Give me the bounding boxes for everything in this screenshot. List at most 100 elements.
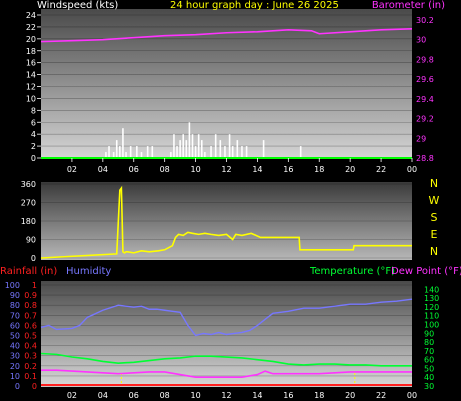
barometer-axis-label: Barometer (in) [372, 0, 445, 11]
wind-tick-label: 24 [26, 11, 36, 20]
dew-point-label: Dew Point (°F) [391, 266, 461, 277]
wind-bar [214, 134, 217, 158]
wind-bar [108, 146, 110, 158]
temperature-ticks: 30405060708090100110120130140 [424, 285, 439, 391]
temp-x-tick-label: 18 [314, 391, 324, 400]
humidity-tick-label: 30 [10, 352, 20, 361]
temperature-tick-label: 40 [424, 373, 434, 382]
rain-tick-label: 0.3 [24, 352, 37, 361]
temp-x-tick-label: 06 [129, 391, 139, 400]
temp-x-tick-label: 16 [283, 391, 293, 400]
barometer-tick-label: 29.4 [416, 95, 434, 104]
humidity-tick-label: 100 [5, 281, 20, 290]
wind-bar [200, 140, 203, 158]
wind-x-tick-label: 08 [160, 165, 170, 174]
temp-x-tick-label: 00 [407, 391, 417, 400]
temp-x-ticks: 02 04 06 08 10 12 14 16 18 20 22 00 [67, 391, 417, 400]
rain-tick-label: 0 [32, 382, 37, 391]
temp-x-tick-label: 22 [376, 391, 386, 400]
temperature-tick-label: 130 [424, 294, 439, 303]
temperature-tick-label: 140 [424, 285, 439, 294]
wind-bar [224, 146, 226, 158]
wind-bar [188, 122, 191, 158]
wind-tick-label: 18 [26, 47, 36, 56]
direction-tick-label: 360 [21, 180, 36, 189]
barometer-tick-label: 28.8 [416, 154, 434, 163]
rainfall-label: Rainfall (in) [0, 266, 57, 277]
wind-bar [219, 140, 222, 158]
compass-letter: E [431, 228, 438, 241]
temperature-label: Temperature (°F) [309, 266, 395, 277]
temperature-tick-label: 100 [424, 321, 439, 330]
rain-tick-label: 0.9 [24, 291, 37, 300]
compass-letter: N [430, 177, 438, 190]
wind-bar [173, 134, 175, 158]
wind-bar [129, 146, 132, 158]
direction-tick-label: 90 [26, 236, 36, 245]
humidity-tick-label: 0 [15, 382, 20, 391]
weather-graph-page: 0 2 4 6 8 10 12 14 16 18 20 22 24 28.8 29 29.2 29.4 29.6… [0, 0, 461, 401]
wind-tick-label: 14 [26, 71, 36, 80]
wind-bar [262, 140, 265, 158]
rain-tick-label: 0.4 [24, 342, 37, 351]
direction-left-ticks: 0 90 180 270 360 [21, 180, 36, 263]
wind-barometer-chart: 024681012141618202224 28.82929.229.429.6… [26, 0, 445, 174]
wind-bar [245, 146, 248, 158]
rain-tick-label: 0.1 [24, 372, 37, 381]
wind-tick-label: 8 [31, 106, 36, 115]
temperature-tick-label: 110 [424, 312, 439, 321]
temperature-tick-label: 90 [424, 329, 434, 338]
barometer-tick-label: 29.6 [416, 75, 434, 84]
temp-x-tick-label: 08 [160, 391, 170, 400]
temp-x-tick-label: 04 [98, 391, 108, 400]
wind-tick-label: 20 [26, 35, 36, 44]
wind-bar [210, 146, 212, 158]
wind-bar [151, 146, 154, 158]
humidity-tick-label: 80 [10, 301, 20, 310]
rain-ticks: 00.10.20.30.40.5 0.60.70.80.91 [24, 281, 37, 391]
wind-tick-label: 0 [31, 154, 36, 163]
compass-letter: S [431, 211, 438, 224]
wind-x-tick-label: 06 [129, 165, 139, 174]
compass-letters: NWSEN [429, 177, 440, 258]
wind-bar [231, 146, 234, 158]
wind-bar [176, 146, 178, 158]
temp-x-tick-label: 10 [190, 391, 200, 400]
compass-letter: W [429, 194, 440, 207]
wind-x-tick-label: 12 [221, 165, 231, 174]
wind-left-ticks: 024681012141618202224 [26, 11, 41, 163]
temperature-tick-label: 120 [424, 303, 439, 312]
wind-tick-label: 4 [31, 130, 36, 139]
humidity-tick-label: 10 [10, 372, 20, 381]
wind-bar [197, 134, 200, 158]
rain-tick-label: 0.7 [24, 311, 37, 320]
wind-direction-chart: 090180270360 NWSEN [21, 177, 440, 263]
wind-x-ticks: 02 04 06 08 10 12 14 16 18 20 22 00 [67, 158, 417, 174]
wind-bar [228, 134, 231, 158]
barometer-tick-label: 29.8 [416, 55, 434, 64]
wind-x-tick-label: 10 [190, 165, 200, 174]
direction-tick-label: 0 [31, 254, 36, 263]
temperature-tick-label: 80 [424, 338, 434, 347]
barometer-tick-label: 29.2 [416, 115, 434, 124]
humidity-tick-label: 60 [10, 321, 20, 330]
wind-tick-label: 10 [26, 94, 36, 103]
compass-letter: N [430, 245, 438, 258]
temperature-tick-label: 30 [424, 382, 434, 391]
wind-bar [191, 134, 194, 158]
wind-bar [182, 134, 185, 158]
wind-bar [185, 140, 188, 158]
rain-tick-label: 0.5 [24, 332, 37, 341]
barometer-tick-label: 29 [416, 134, 426, 143]
humidity-tick-label: 90 [10, 291, 20, 300]
wind-axis-label: Windspeed (kts) [37, 0, 118, 11]
rain-tick-label: 0.6 [24, 321, 37, 330]
rain-tick-label: 1 [32, 281, 37, 290]
wind-x-tick-label: 22 [376, 165, 386, 174]
barometer-tick-label: 30 [416, 36, 426, 45]
wind-tick-label: 22 [26, 23, 36, 32]
barometer-right-ticks: 28.8 29 29.2 29.4 29.6 29.8 30 30.2 [416, 16, 434, 163]
temperature-tick-label: 60 [424, 356, 434, 365]
humidity-tick-label: 40 [10, 342, 20, 351]
wind-tick-label: 16 [26, 59, 36, 68]
